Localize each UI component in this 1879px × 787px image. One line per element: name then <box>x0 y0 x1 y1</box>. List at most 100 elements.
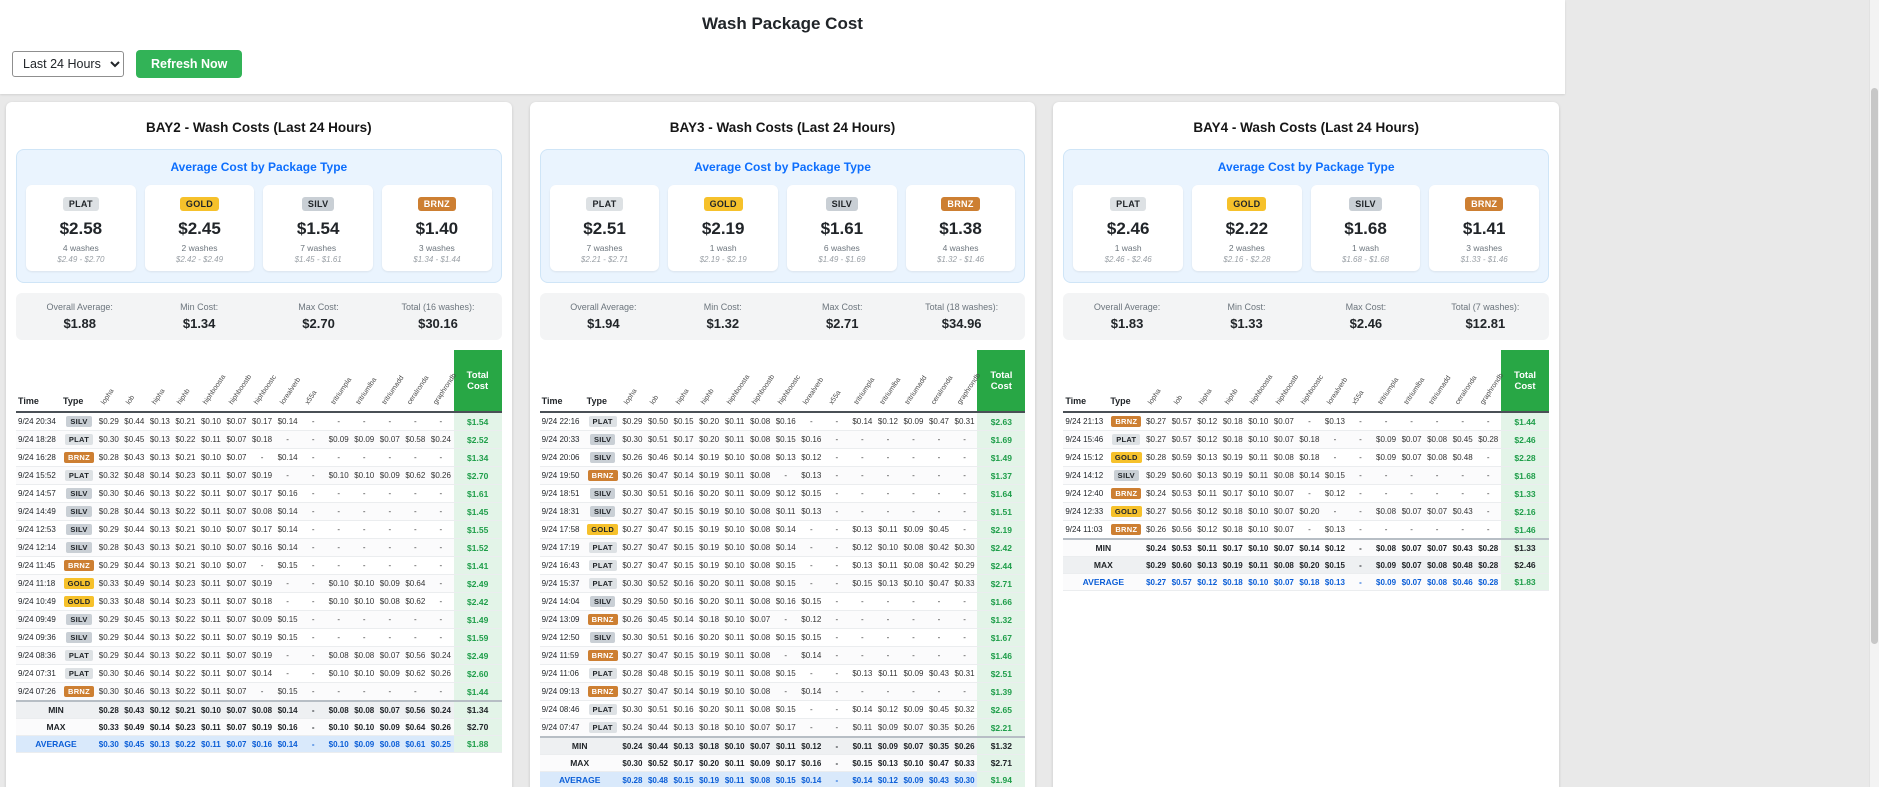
wash-row: 9/24 12:14SILV$0.28$0.43$0.13$0.21$0.10$… <box>16 539 502 557</box>
header-controls: Last 24 Hours Refresh Now <box>10 50 1555 78</box>
wash-row: 9/24 20:06SILV$0.26$0.46$0.14$0.19$0.10$… <box>540 449 1026 467</box>
chem-column-label: lob <box>1173 394 1184 406</box>
package-wash-count: 3 washes <box>385 243 489 253</box>
chem-cost-cell: $0.13 <box>799 503 825 521</box>
summary-row-max: MAX$0.33$0.49$0.14$0.23$0.11$0.07$0.19$0… <box>16 719 502 736</box>
refresh-button[interactable]: Refresh Now <box>136 50 242 78</box>
page-scrollbar-thumb[interactable] <box>1871 88 1878 644</box>
page-content: Wash Package Cost Last 24 Hours Refresh … <box>0 0 1565 787</box>
wash-type-badge: PLAT <box>65 650 93 661</box>
chem-cost-cell: $0.10 <box>198 557 224 575</box>
chem-cost-cell: $0.27 <box>1143 574 1169 591</box>
chem-cost-cell: $0.08 <box>1424 574 1450 591</box>
wash-table-scroll-area[interactable]: TimeTypelophalobhiphahiphbhiphboostahiph… <box>1063 350 1549 591</box>
wash-type-cell: BRNZ <box>586 611 620 629</box>
chem-cost-cell: $0.14 <box>275 412 301 431</box>
chem-cost-cell: $0.09 <box>377 719 403 736</box>
chem-cost-cell: - <box>275 467 301 485</box>
chem-cost-cell: $0.42 <box>926 557 952 575</box>
chem-cost-cell: - <box>1348 449 1374 467</box>
package-price-range: $1.33 - $1.46 <box>1432 255 1536 264</box>
wash-time: 9/24 12:50 <box>540 629 586 647</box>
package-card: GOLD $2.22 2 washes $2.16 - $2.28 <box>1192 185 1302 271</box>
chem-cost-cell: $0.07 <box>224 449 250 467</box>
wash-type-cell: SILV <box>62 539 96 557</box>
page-scrollbar[interactable] <box>1869 0 1879 787</box>
chem-cost-cell: $0.19 <box>249 647 275 665</box>
chem-column-label: tritriumpla <box>854 377 877 406</box>
chem-cost-cell: $0.11 <box>722 647 748 665</box>
chem-cost-cell: - <box>275 575 301 593</box>
chem-cost-cell: - <box>326 412 352 431</box>
chem-column-label: tritriumlba <box>1403 377 1426 406</box>
chem-cost-cell: $0.47 <box>645 467 671 485</box>
chem-cost-cell: $0.22 <box>173 683 199 702</box>
summary-row-max: MAX$0.29$0.60$0.13$0.19$0.11$0.08$0.20$0… <box>1063 557 1549 574</box>
stat-label: Total (18 washes): <box>902 302 1021 312</box>
chem-cost-cell: $0.20 <box>696 431 722 449</box>
package-type-badge: GOLD <box>704 197 743 211</box>
wash-time: 9/24 12:14 <box>16 539 62 557</box>
chem-cost-cell: $0.44 <box>122 521 148 539</box>
wash-table-scroll-area[interactable]: TimeTypelophalobhiphahiphbhiphboostahiph… <box>16 350 502 753</box>
package-price-range: $1.34 - $1.44 <box>385 255 489 264</box>
time-column-header: Time <box>16 350 62 412</box>
chem-cost-cell: $0.13 <box>850 665 876 683</box>
wash-time: 9/24 18:31 <box>540 503 586 521</box>
wash-type-badge: SILV <box>1114 470 1139 481</box>
chem-cost-cell: - <box>351 539 377 557</box>
chem-cost-cell: - <box>351 683 377 702</box>
chem-cost-cell: $0.24 <box>1143 485 1169 503</box>
chem-cost-cell: $0.28 <box>620 665 646 683</box>
stat-item: Total (7 washes): $12.81 <box>1426 302 1545 331</box>
chem-cost-cell: $0.14 <box>850 412 876 431</box>
time-range-select[interactable]: Last 24 Hours <box>12 51 124 77</box>
chem-cost-cell: $0.19 <box>249 467 275 485</box>
wash-type-badge: SILV <box>66 614 91 625</box>
chem-cost-cell: $0.27 <box>620 683 646 701</box>
chem-cost-cell: $0.07 <box>1271 521 1297 540</box>
chem-cost-cell: $0.17 <box>671 755 697 772</box>
chem-cost-cell: - <box>875 467 901 485</box>
package-average-price: $1.41 <box>1432 219 1536 239</box>
wash-row: 9/24 11:18GOLD$0.33$0.49$0.14$0.23$0.11$… <box>16 575 502 593</box>
chem-column-header: tritriumlba <box>875 350 901 412</box>
chem-cost-cell: - <box>1322 431 1348 449</box>
chem-cost-cell: $0.09 <box>1373 449 1399 467</box>
chem-cost-cell: $0.11 <box>198 593 224 611</box>
chem-column-header: hiphboostc <box>1297 350 1323 412</box>
chem-cost-cell: - <box>952 467 978 485</box>
chem-cost-cell: $0.07 <box>1271 503 1297 521</box>
chem-cost-cell: $0.18 <box>1220 503 1246 521</box>
chem-cost-cell: - <box>926 647 952 665</box>
stat-item: Total (16 washes): $30.16 <box>378 302 497 331</box>
wash-row: 9/24 08:46PLAT$0.30$0.51$0.16$0.20$0.11$… <box>540 701 1026 719</box>
chem-cost-cell: $0.43 <box>926 772 952 787</box>
package-wash-count: 3 washes <box>1432 243 1536 253</box>
chem-cost-cell: $0.62 <box>403 467 429 485</box>
wash-type-badge: BRNZ <box>64 452 94 463</box>
chem-cost-cell: $0.18 <box>696 719 722 738</box>
chem-cost-cell: $0.15 <box>671 772 697 787</box>
chem-cost-cell: $0.48 <box>122 467 148 485</box>
wash-type-cell: BRNZ <box>1109 485 1143 503</box>
chem-cost-cell: - <box>875 485 901 503</box>
chem-cost-cell: $0.08 <box>747 503 773 521</box>
wash-type-badge: PLAT <box>589 668 617 679</box>
chem-cost-cell: $0.07 <box>747 611 773 629</box>
chem-cost-cell: - <box>824 719 850 738</box>
chem-cost-cell: $0.28 <box>1475 539 1501 557</box>
chem-cost-cell: $0.09 <box>1373 574 1399 591</box>
chem-cost-cell: $0.14 <box>147 575 173 593</box>
wash-table-scroll-area[interactable]: TimeTypelophalobhiphahiphbhiphboostahiph… <box>540 350 1026 787</box>
chem-cost-cell: $0.23 <box>173 467 199 485</box>
chem-cost-cell: $0.16 <box>671 485 697 503</box>
chem-cost-cell: $0.13 <box>147 611 173 629</box>
total-cost-cell: $1.88 <box>454 736 502 753</box>
chem-cost-cell: $0.08 <box>747 557 773 575</box>
chem-cost-cell: $0.45 <box>645 611 671 629</box>
wash-table: TimeTypelophalobhiphahiphbhiphboostahiph… <box>1063 350 1549 591</box>
chem-cost-cell: $0.13 <box>147 431 173 449</box>
chem-cost-cell: $0.15 <box>671 665 697 683</box>
chem-cost-cell: - <box>377 485 403 503</box>
